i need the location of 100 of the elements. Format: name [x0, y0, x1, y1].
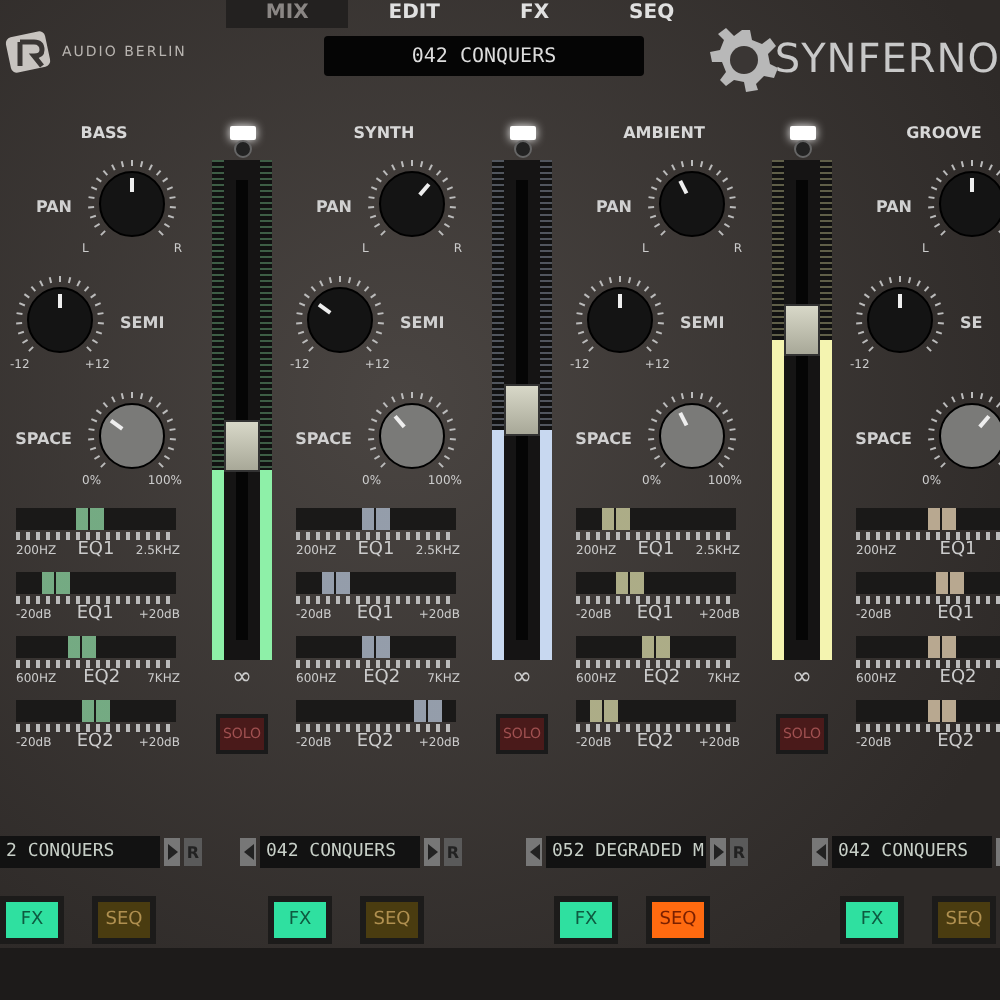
brand-logo-icon	[4, 30, 56, 74]
preset-display: 042 CONQUERS	[324, 36, 644, 76]
reset-button[interactable]: R	[444, 838, 462, 866]
slider-thumb[interactable]	[602, 508, 631, 530]
fader-label: ∞	[512, 662, 532, 690]
eq-slider[interactable]	[576, 700, 736, 722]
slider-thumb[interactable]	[928, 508, 957, 530]
previous-preset-button[interactable]	[526, 838, 542, 866]
knob-label: PAN	[35, 197, 72, 215]
eq-label: EQ1	[939, 540, 977, 560]
screw-icon	[513, 140, 531, 158]
eq-slider[interactable]	[296, 508, 456, 530]
fader-thumb[interactable]	[224, 419, 260, 472]
reset-button[interactable]: R	[730, 838, 748, 866]
fader-label: ∞	[232, 662, 252, 690]
preset-name: 2 CONQUERS	[0, 836, 160, 868]
slider-thumb[interactable]	[589, 700, 618, 722]
eq-label: EQ1	[357, 540, 395, 560]
knob-label: PAN	[875, 197, 912, 215]
knob-label: PAN	[595, 197, 632, 215]
knob-label: SPACE	[575, 429, 632, 447]
preset-name: 052 DEGRADED M	[546, 836, 706, 868]
previous-preset-button[interactable]	[812, 838, 828, 866]
eq-slider[interactable]	[576, 508, 736, 530]
slider-thumb[interactable]	[928, 636, 957, 658]
eq-label: EQ2	[356, 732, 394, 752]
knob-label: SPACE	[855, 429, 912, 447]
channel-name: BASS	[78, 122, 130, 146]
slider-thumb[interactable]	[928, 700, 957, 722]
seq-button[interactable]: SEQ	[646, 896, 710, 944]
volume-fader[interactable]	[772, 160, 832, 660]
knob-label: SEMI	[400, 313, 445, 331]
reset-button[interactable]: R	[184, 838, 202, 866]
channel-led[interactable]	[789, 126, 815, 140]
eq-label: EQ2	[363, 668, 401, 688]
eq-slider[interactable]	[296, 700, 456, 722]
channel-led[interactable]	[509, 126, 535, 140]
preset-name: 042 CONQUERS	[260, 836, 420, 868]
slider-thumb[interactable]	[82, 700, 110, 722]
fx-button[interactable]: FX	[840, 896, 904, 944]
fader-thumb[interactable]	[504, 384, 540, 436]
seq-button[interactable]: SEQ	[932, 896, 996, 944]
fader-thumb[interactable]	[784, 303, 820, 356]
tab[interactable]: SEQ	[589, 0, 715, 28]
fx-button[interactable]: FX	[554, 896, 618, 944]
tab[interactable]: EDIT	[348, 0, 480, 28]
knob-label: SEMI	[120, 313, 165, 331]
fx-button[interactable]: FX	[0, 896, 64, 944]
slider-thumb[interactable]	[68, 636, 97, 658]
screw-icon	[793, 140, 811, 158]
eq-slider[interactable]	[16, 572, 176, 594]
slider-thumb[interactable]	[42, 572, 71, 594]
eq-label: EQ1	[636, 604, 674, 624]
eq-label: EQ1	[76, 604, 114, 624]
channel-name: GROOVE	[904, 122, 984, 146]
eq-slider[interactable]	[16, 700, 176, 722]
channel-led[interactable]	[229, 126, 255, 140]
eq-slider[interactable]	[856, 572, 1000, 594]
knob-label: SEMI	[680, 313, 725, 331]
next-preset-button[interactable]	[710, 838, 726, 866]
eq-slider[interactable]	[856, 636, 1000, 658]
channel-name: AMBIENT	[621, 122, 707, 146]
slider-thumb[interactable]	[362, 636, 390, 658]
eq-label: EQ2	[636, 732, 674, 752]
eq-slider[interactable]	[16, 636, 176, 658]
tab[interactable]: FX	[479, 0, 590, 28]
slider-thumb[interactable]	[615, 572, 644, 594]
seq-button[interactable]: SEQ	[360, 896, 424, 944]
eq-label: EQ2	[83, 668, 121, 688]
eq-slider[interactable]	[16, 508, 176, 530]
channel-name: SYNTH	[351, 122, 417, 146]
slider-thumb[interactable]	[414, 700, 443, 722]
volume-fader[interactable]	[212, 160, 272, 660]
fx-button[interactable]: FX	[268, 896, 332, 944]
tab[interactable]: MIX	[225, 0, 349, 28]
eq-slider[interactable]	[576, 572, 736, 594]
screw-icon	[233, 140, 251, 158]
seq-button[interactable]: SEQ	[92, 896, 156, 944]
fader-label: ∞	[792, 662, 812, 690]
slider-thumb[interactable]	[362, 508, 390, 530]
eq-slider[interactable]	[296, 636, 456, 658]
eq-label: EQ1	[937, 604, 975, 624]
volume-fader[interactable]	[492, 160, 552, 660]
product-logo: SYNFERNO	[774, 34, 1000, 82]
eq-label: EQ2	[937, 732, 975, 752]
slider-thumb[interactable]	[642, 636, 670, 658]
next-preset-button[interactable]	[164, 838, 180, 866]
next-preset-button[interactable]	[424, 838, 440, 866]
eq-slider[interactable]	[296, 572, 456, 594]
slider-thumb[interactable]	[75, 508, 104, 530]
slider-thumb[interactable]	[322, 572, 351, 594]
eq-label: EQ1	[637, 540, 675, 560]
eq-slider[interactable]	[856, 508, 1000, 530]
eq-label: EQ2	[643, 668, 681, 688]
eq-slider[interactable]	[576, 636, 736, 658]
previous-preset-button[interactable]	[240, 838, 256, 866]
eq-label: EQ1	[356, 604, 394, 624]
eq-slider[interactable]	[856, 700, 1000, 722]
slider-thumb[interactable]	[935, 572, 964, 594]
eq-label: EQ2	[939, 668, 977, 688]
